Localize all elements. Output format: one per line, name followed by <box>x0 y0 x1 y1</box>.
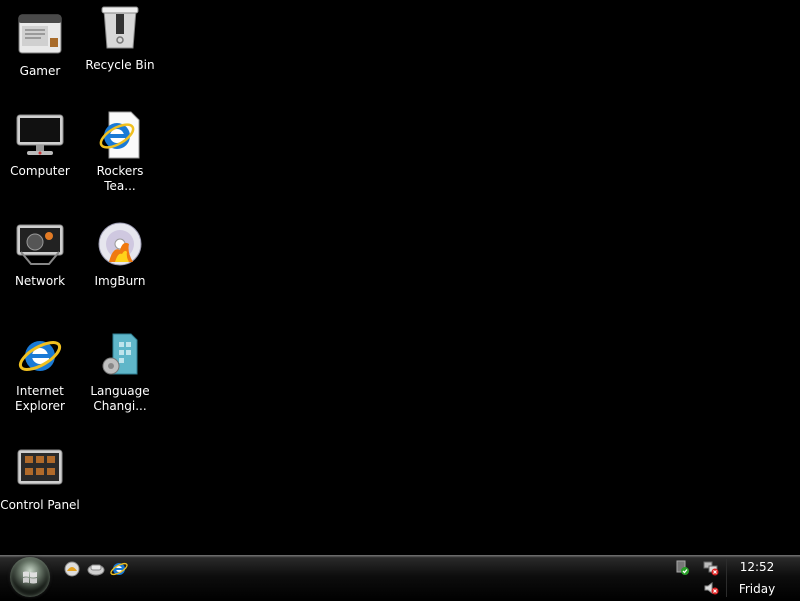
computer-icon <box>16 114 64 155</box>
desktop-icon-rockers[interactable]: Rockers Tea... <box>80 110 160 194</box>
clock-time: 12:52 <box>739 560 775 574</box>
start-button[interactable] <box>10 557 50 597</box>
clock[interactable]: 12:52 Friday <box>732 560 782 597</box>
desktop-icon-label: Language Changi... <box>90 384 150 413</box>
desktop-icon-control-panel[interactable]: Control Panel <box>0 444 80 513</box>
desktop-icon-label: Control Panel <box>0 498 80 512</box>
desktop-icon-label: ImgBurn <box>94 274 146 288</box>
internet-explorer-icon[interactable] <box>110 560 128 578</box>
windows-logo-icon <box>23 571 37 584</box>
clock-day: Friday <box>738 582 776 596</box>
desktop-icon-label: Network <box>14 274 66 288</box>
desktop-icon-gamer[interactable]: Gamer <box>0 10 80 79</box>
desktop-icon-internet-explorer[interactable]: Internet Explorer <box>0 330 80 414</box>
show-desktop-icon[interactable] <box>63 560 81 578</box>
recycle-bin-icon <box>101 6 139 49</box>
internet-explorer-icon <box>18 341 62 371</box>
network-disconnected-icon[interactable] <box>703 560 719 576</box>
desktop-icon-label: Computer <box>10 164 70 178</box>
desktop-icon-network[interactable]: Network <box>0 220 80 289</box>
desktop-icon-label: Internet Explorer <box>15 384 65 413</box>
imgburn-icon <box>98 222 142 266</box>
language-changer-icon <box>102 333 138 375</box>
desktop-icon-recycle-bin[interactable]: Recycle Bin <box>80 4 160 73</box>
desktop-icon-label: Rockers Tea... <box>96 164 144 193</box>
desktop: Gamer Recycle Bin Computer Rockers Tea..… <box>0 0 800 555</box>
desktop-icon-imgburn[interactable]: ImgBurn <box>80 220 160 289</box>
desktop-icon-label: Recycle Bin <box>85 58 155 72</box>
control-panel-icon <box>17 449 63 485</box>
desktop-icon-computer[interactable]: Computer <box>0 110 80 179</box>
switch-windows-icon[interactable] <box>87 560 105 578</box>
tray-divider <box>726 559 727 597</box>
volume-muted-icon[interactable] <box>703 580 719 596</box>
security-center-icon[interactable] <box>674 560 690 576</box>
internet-shortcut-icon <box>99 111 140 159</box>
desktop-icon-label: Gamer <box>19 64 61 78</box>
gamer-icon <box>18 14 62 54</box>
desktop-icon-language-changer[interactable]: Language Changi... <box>80 330 160 414</box>
taskbar: 12:52 Friday <box>0 555 800 601</box>
network-icon <box>16 224 64 265</box>
